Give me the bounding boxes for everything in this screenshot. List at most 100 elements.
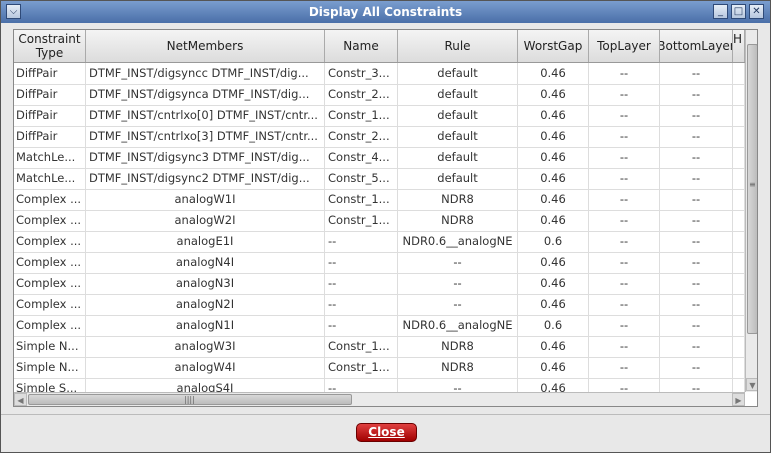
column-header-rule[interactable]: Rule [398, 30, 518, 62]
constraints-dialog: Display All Constraints ⌵ _ □ ✕ Constrai… [0, 0, 771, 453]
table-cell: DTMF_INST/cntrlxo[3] DTMF_INST/cntr... [86, 126, 325, 147]
table-cell: -- [589, 210, 660, 231]
table-row[interactable]: Simple N... analogW3I Constr_1... NDR8 0.46-… [14, 336, 745, 358]
table-cell [733, 147, 745, 168]
table-cell: -- [660, 63, 733, 84]
horizontal-grip: |||| [184, 395, 195, 404]
table-cell: NDR8 [398, 189, 518, 210]
table-cell: 0.46 [518, 126, 589, 147]
table-cell: Constr_4... [325, 147, 398, 168]
table-cell: 0.46 [518, 168, 589, 189]
table-cell: 0.46 [518, 147, 589, 168]
table-cell: -- [398, 294, 518, 315]
table-cell: -- [660, 357, 733, 378]
table-cell: Constr_3... [325, 63, 398, 84]
window-title: Display All Constraints [308, 5, 463, 19]
table-cell [733, 126, 745, 147]
horizontal-scroll-thumb[interactable]: |||| [28, 394, 352, 405]
table-cell: Constr_1... [325, 210, 398, 231]
minimize-icon[interactable]: _ [713, 4, 728, 19]
table-row[interactable]: DiffPair DTMF_INST/cntrlxo[0] DTMF_INST/c… [14, 105, 745, 127]
horizontal-scrollbar[interactable]: ◀ |||| ▶ [14, 392, 745, 406]
close-button[interactable]: Close [356, 423, 417, 442]
table-cell: DiffPair [14, 105, 86, 126]
table-row[interactable]: DiffPair DTMF_INST/digsynca DTMF_INST/dig… [14, 84, 745, 106]
table-cell: analogE1I [86, 231, 325, 252]
table-cell: -- [398, 273, 518, 294]
chevron-down-icon[interactable]: ⌵ [6, 4, 21, 19]
vertical-scrollbar[interactable]: ≡ ▼ [745, 30, 757, 392]
table-cell: NDR0.6__analogNE [398, 315, 518, 336]
table-row[interactable]: MatchLe... DTMF_INST/digsync3 DTMF_INST/d… [14, 147, 745, 169]
table-cell: 0.46 [518, 336, 589, 357]
table-row[interactable]: MatchLe... DTMF_INST/digsync2 DTMF_INST/d… [14, 168, 745, 190]
close-icon[interactable]: ✕ [749, 4, 764, 19]
table-cell: -- [325, 273, 398, 294]
table-cell: -- [589, 294, 660, 315]
table-cell [733, 189, 745, 210]
column-header-worstgap[interactable]: WorstGap [518, 30, 589, 62]
table-cell: 0.46 [518, 105, 589, 126]
scroll-left-arrow-icon[interactable]: ◀ [14, 393, 27, 406]
table-cell: Simple N... [14, 336, 86, 357]
table-row[interactable]: DiffPair DTMF_INST/cntrlxo[3] DTMF_INST/c… [14, 126, 745, 148]
table-row[interactable]: Complex ... analogN2I -- -- 0.46 -- -- [14, 294, 745, 316]
table-row[interactable]: Complex ... analogN1I -- NDR0.6__analogNE 0.… [14, 315, 745, 337]
title-bar[interactable]: Display All Constraints ⌵ _ □ ✕ [1, 1, 770, 23]
column-header-toplayer[interactable]: TopLayer [589, 30, 660, 62]
table-cell: -- [589, 252, 660, 273]
table-row[interactable]: Simple N... analogW4I Constr_1... NDR8 0.46-… [14, 357, 745, 379]
table-cell: -- [589, 336, 660, 357]
table-cell [733, 357, 745, 378]
table-cell: -- [398, 252, 518, 273]
column-header-constraint-type[interactable]: Constraint Type [14, 30, 86, 62]
table-cell: Constr_5... [325, 168, 398, 189]
scroll-right-arrow-icon[interactable]: ▶ [732, 393, 745, 406]
table-row[interactable]: Complex ... analogW1I Constr_1... NDR8 0.46-… [14, 189, 745, 211]
table-cell: -- [660, 189, 733, 210]
table-cell: Constr_2... [325, 126, 398, 147]
table-cell: default [398, 84, 518, 105]
table-cell: -- [660, 168, 733, 189]
table-cell [733, 168, 745, 189]
vertical-scroll-thumb[interactable]: ≡ [747, 44, 757, 334]
table-cell: 0.6 [518, 315, 589, 336]
table-cell: -- [589, 63, 660, 84]
table-cell: -- [589, 189, 660, 210]
table-cell [733, 315, 745, 336]
table-cell [733, 336, 745, 357]
column-header-netmembers[interactable]: NetMembers [86, 30, 325, 62]
table-row[interactable]: Complex ... analogN3I -- -- 0.46 -- -- [14, 273, 745, 295]
constraints-table[interactable]: Constraint Type NetMembers Name Rule Wor… [13, 29, 758, 407]
table-row[interactable]: Complex ... analogW2I Constr_1... NDR8 0.46-… [14, 210, 745, 232]
column-header-bottomlayer[interactable]: BottomLayer [660, 30, 733, 62]
maximize-icon[interactable]: □ [731, 4, 746, 19]
table-row[interactable]: Complex ... analogE1I -- NDR0.6__analogNE 0.… [14, 231, 745, 253]
table-cell: analogN3I [86, 273, 325, 294]
table-cell: default [398, 147, 518, 168]
table-cell [733, 105, 745, 126]
table-cell: MatchLe... [14, 147, 86, 168]
table-cell: NDR8 [398, 357, 518, 378]
table-cell: -- [660, 273, 733, 294]
scroll-down-arrow-icon[interactable]: ▼ [746, 378, 757, 391]
table-cell [733, 273, 745, 294]
table-cell: MatchLe... [14, 168, 86, 189]
table-row[interactable]: Complex ... analogN4I -- -- 0.46 -- -- [14, 252, 745, 274]
table-cell: analogN4I [86, 252, 325, 273]
column-header-name[interactable]: Name [325, 30, 398, 62]
table-cell: -- [325, 252, 398, 273]
table-cell: -- [325, 294, 398, 315]
table-cell: -- [660, 126, 733, 147]
table-cell: -- [589, 315, 660, 336]
table-cell: 0.46 [518, 252, 589, 273]
table-cell: 0.46 [518, 294, 589, 315]
table-cell: DiffPair [14, 84, 86, 105]
table-cell: Complex ... [14, 273, 86, 294]
table-cell: -- [589, 357, 660, 378]
table-cell: analogW4I [86, 357, 325, 378]
table-cell: DTMF_INST/cntrlxo[0] DTMF_INST/cntr... [86, 105, 325, 126]
column-header-h[interactable]: H [733, 30, 745, 62]
table-row[interactable]: DiffPair DTMF_INST/digsyncc DTMF_INST/dig… [14, 63, 745, 85]
table-header: Constraint Type NetMembers Name Rule Wor… [14, 30, 745, 63]
